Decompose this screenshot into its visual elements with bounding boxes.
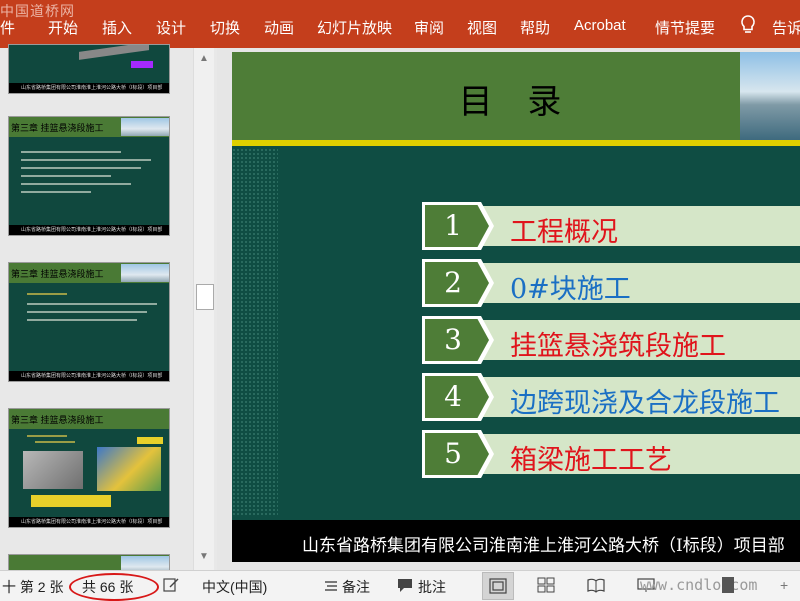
notes-icon[interactable]: [322, 577, 340, 593]
thumbnail-badge: [137, 437, 163, 444]
toc-number: 1: [425, 205, 489, 247]
tab-acrobat[interactable]: Acrobat: [574, 17, 626, 34]
slide-sorter-icon[interactable]: [537, 577, 555, 593]
normal-view-icon: [489, 578, 507, 594]
language-indicator[interactable]: 中文(中国): [202, 577, 267, 597]
thumbnail-footer: 山东省路桥集团有限公司淮南淮上淮河公路大桥（I标段）项目部: [21, 227, 163, 233]
scroll-down-icon[interactable]: ▼: [197, 550, 211, 564]
toc-label: 0#块施工: [510, 274, 631, 305]
slide-thumbnail-4[interactable]: 第三章 挂篮悬浇段施工 山东省路桥集团有限公司淮南淮上淮河公路大桥（I标段）项目…: [8, 408, 170, 528]
thumbnail-footer: 山东省路桥集团有限公司淮南淮上淮河公路大桥（I标段）项目部: [21, 519, 163, 525]
toc-number: 3: [425, 319, 489, 361]
thumbnail-image: [97, 447, 161, 491]
slide-thumbnail-pane: 山东省路桥集团有限公司淮南淮上淮河公路大桥（I标段）项目部 第三章 挂篮悬浇段施…: [0, 44, 217, 596]
thumbnail-scrollbar[interactable]: ▲ ▼: [193, 48, 214, 570]
current-slide[interactable]: 目 录 1 工程概况 2 0#块施工 3 挂篮悬浇筑段施工 4 边跨现浇及合龙段…: [232, 52, 800, 562]
scroll-up-icon[interactable]: ▲: [197, 52, 211, 66]
accessibility-check-icon[interactable]: [162, 577, 180, 593]
thumbnail-image: [79, 45, 149, 60]
zoom-slider-handle[interactable]: [722, 577, 734, 593]
tab-animations[interactable]: 动画: [264, 17, 294, 38]
tab-home[interactable]: 开始: [48, 17, 78, 38]
toc-label: 工程概况: [510, 217, 618, 248]
toc-label: 挂篮悬浇筑段施工: [510, 331, 726, 362]
lightbulb-icon[interactable]: [738, 14, 758, 36]
slide-editing-area: 目 录 1 工程概况 2 0#块施工 3 挂篮悬浇筑段施工 4 边跨现浇及合龙段…: [222, 48, 800, 570]
tab-slideshow[interactable]: 幻灯片放映: [317, 17, 392, 38]
toc-number: 4: [425, 376, 489, 418]
comments-icon[interactable]: [396, 577, 414, 593]
ribbon-tab-bar: 中国道桥网 件 开始 插入 设计 切换 动画 幻灯片放映 审阅 视图 帮助 Ac…: [0, 0, 800, 48]
toc-label: 边跨现浇及合龙段施工: [510, 388, 780, 419]
thumbnail-footer: 山东省路桥集团有限公司淮南淮上淮河公路大桥（I标段）项目部: [21, 373, 163, 379]
tab-help[interactable]: 帮助: [520, 17, 550, 38]
tab-storyboard[interactable]: 情节提要: [655, 17, 715, 38]
toc-item-5: 5 箱梁施工工艺: [422, 430, 800, 478]
toc-label: 箱梁施工工艺: [510, 445, 672, 476]
thumbnail-title: 第三章 挂篮悬浇段施工: [11, 123, 104, 133]
bridge-photo: [740, 52, 800, 140]
toc-number: 5: [425, 433, 489, 475]
notes-button[interactable]: 备注: [342, 577, 370, 597]
slide-position: 十 第 2 张: [2, 579, 64, 595]
slide-thumbnail-1[interactable]: 山东省路桥集团有限公司淮南淮上淮河公路大桥（I标段）项目部: [8, 44, 170, 94]
thumbnail-footer: 山东省路桥集团有限公司淮南淮上淮河公路大桥（I标段）项目部: [21, 85, 163, 91]
status-bar: 十 第 2 张 共 66 张 中文(中国) 备注 批注 www.cndlo.co…: [0, 570, 800, 601]
scrollbar-thumb[interactable]: [196, 284, 214, 310]
slide-footer: 山东省路桥集团有限公司淮南淮上淮河公路大桥（I标段）项目部: [232, 520, 800, 562]
slide-title: 目 录: [458, 82, 574, 122]
toc-item-3: 3 挂篮悬浇筑段施工: [422, 316, 800, 364]
tab-tell-me[interactable]: 告诉: [772, 17, 800, 38]
thumbnail-photo: [121, 264, 169, 282]
toc-item-4: 4 边跨现浇及合龙段施工: [422, 373, 800, 421]
tab-file[interactable]: 件: [0, 17, 15, 38]
tab-view[interactable]: 视图: [467, 17, 497, 38]
reading-view-icon[interactable]: [587, 577, 605, 593]
tab-transitions[interactable]: 切换: [210, 17, 240, 38]
normal-view-button[interactable]: [482, 572, 514, 600]
slide-thumbnail-2[interactable]: 第三章 挂篮悬浇段施工 山东省路桥集团有限公司淮南淮上淮河公路大桥（I标段）项目…: [8, 116, 170, 236]
thumbnail-title: 第三章 挂篮悬浇段施工: [11, 269, 104, 279]
slide-footer-text: 山东省路桥集团有限公司淮南淮上淮河公路大桥（I标段）项目部: [302, 536, 785, 556]
thumbnail-photo: [121, 118, 169, 136]
toc-item-2: 2 0#块施工: [422, 259, 800, 307]
thumbnail-image: [23, 451, 83, 489]
toc-item-1: 1 工程概况: [422, 202, 800, 250]
zoom-in-icon[interactable]: +: [780, 577, 788, 593]
highlight-circle: [69, 573, 159, 601]
watermark-text: www.cndlo.com: [640, 576, 758, 594]
tab-review[interactable]: 审阅: [414, 17, 444, 38]
toc-number: 2: [425, 262, 489, 304]
thumbnail-badge: [131, 61, 153, 68]
decorative-pattern: [232, 148, 278, 516]
slide-thumbnail-3[interactable]: 第三章 挂篮悬浇段施工 山东省路桥集团有限公司淮南淮上淮河公路大桥（I标段）项目…: [8, 262, 170, 382]
tab-insert[interactable]: 插入: [102, 17, 132, 38]
thumbnail-title: 第三章 挂篮悬浇段施工: [11, 415, 104, 425]
thumbnail-note: [31, 495, 111, 507]
tab-design[interactable]: 设计: [156, 17, 186, 38]
comments-button[interactable]: 批注: [418, 577, 446, 597]
